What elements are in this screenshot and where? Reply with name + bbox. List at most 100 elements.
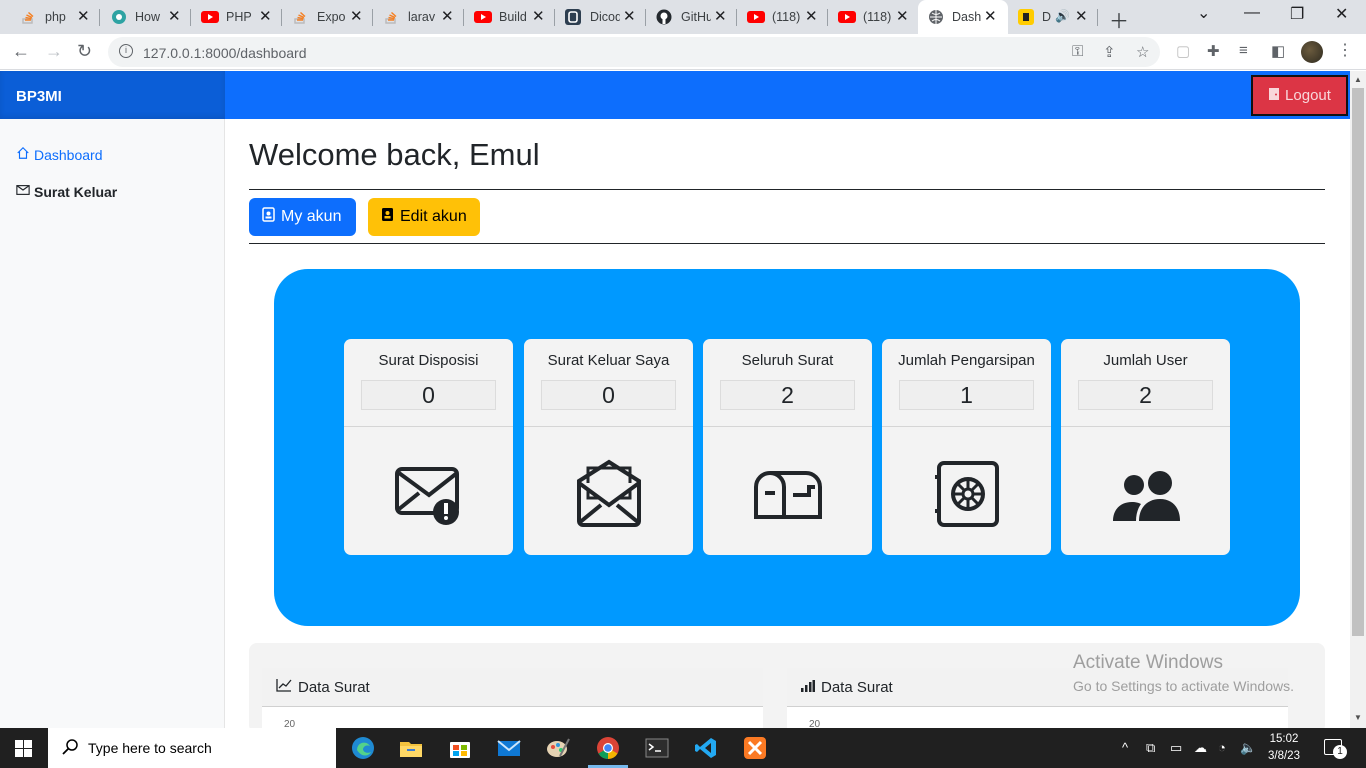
graph-up-icon: [276, 678, 292, 696]
reload-icon[interactable]: ↻: [77, 41, 92, 62]
paint-icon[interactable]: [546, 736, 570, 760]
speaker-icon[interactable]: 🔊: [1055, 9, 1070, 23]
chrome-icon[interactable]: [596, 736, 620, 760]
close-tab-icon[interactable]: ✕: [714, 7, 727, 25]
scroll-up-arrow-icon[interactable]: ▲: [1354, 75, 1362, 84]
tab-title: GitHu: [681, 10, 711, 24]
browser-tab[interactable]: Build ✕: [464, 0, 555, 34]
mail-icon[interactable]: [497, 736, 521, 760]
onedrive-icon[interactable]: ☁: [1194, 740, 1207, 756]
taskbar-clock[interactable]: 15:02 3/8/23: [1264, 731, 1304, 765]
meet-now-icon[interactable]: ⧉: [1146, 740, 1155, 756]
new-tab-icon[interactable]: ＋: [1109, 5, 1129, 34]
clock-date: 3/8/23: [1268, 750, 1300, 762]
close-tab-icon[interactable]: ✕: [805, 7, 818, 25]
restore-icon[interactable]: ❐: [1290, 4, 1304, 24]
stat-card-seluruh-surat[interactable]: Seluruh Surat 2: [703, 339, 872, 555]
envelope-icon: [16, 183, 30, 200]
stat-title: Jumlah Pengarsipan: [898, 352, 1035, 369]
browser-tab[interactable]: Expo ✕: [282, 0, 373, 34]
taskbar-search[interactable]: Type here to search: [48, 728, 336, 768]
back-arrow-icon[interactable]: ←: [12, 41, 30, 62]
browser-tab[interactable]: PHP ✕: [191, 0, 282, 34]
browser-tab[interactable]: (118) ✕: [828, 0, 918, 34]
tab-title: D: [1042, 10, 1052, 24]
side-panel-icon[interactable]: ◧: [1271, 42, 1285, 60]
browser-tab[interactable]: larav ✕: [373, 0, 464, 34]
youtube-icon: [474, 9, 492, 25]
microsoft-store-icon[interactable]: [448, 736, 472, 760]
app-navbar: BP3MI Logout: [0, 71, 1350, 119]
close-tab-icon[interactable]: ✕: [168, 7, 181, 25]
vscode-icon[interactable]: [694, 736, 718, 760]
close-tab-icon[interactable]: ✕: [350, 7, 363, 25]
close-tab-icon[interactable]: ✕: [896, 7, 909, 25]
volume-icon[interactable]: 🔈: [1240, 740, 1256, 756]
scrollbar-thumb[interactable]: [1352, 88, 1364, 636]
terminal-icon[interactable]: [645, 736, 669, 760]
media-control-icon[interactable]: ≡: [1239, 42, 1248, 59]
battery-icon[interactable]: ▭: [1170, 740, 1182, 756]
tab-title: larav: [408, 10, 436, 24]
my-akun-button[interactable]: My akun: [249, 198, 356, 236]
stat-card-jumlah-pengarsipan[interactable]: Jumlah Pengarsipan 1: [882, 339, 1051, 555]
extension-placeholder-icon[interactable]: ▢: [1176, 42, 1190, 60]
edit-akun-button[interactable]: Edit akun: [368, 198, 480, 236]
sidebar-item-surat-keluar[interactable]: Surat Keluar: [16, 183, 117, 200]
stat-card-surat-keluar-saya[interactable]: Surat Keluar Saya 0: [524, 339, 693, 555]
close-tab-icon[interactable]: ✕: [77, 7, 90, 25]
close-window-icon[interactable]: ✕: [1335, 4, 1348, 24]
search-placeholder: Type here to search: [88, 740, 212, 756]
edge-icon[interactable]: [351, 736, 375, 760]
sidebar-item-label: Dashboard: [34, 146, 103, 163]
chrome-menu-icon[interactable]: ⋮: [1337, 40, 1353, 60]
stat-card-surat-disposisi[interactable]: Surat Disposisi 0: [344, 339, 513, 555]
youtube-icon: [747, 9, 765, 25]
close-tab-icon[interactable]: ✕: [1075, 7, 1088, 25]
network-icon[interactable]: ◔: [1218, 740, 1226, 755]
bookmark-star-icon[interactable]: ☆: [1136, 43, 1149, 61]
browser-tab[interactable]: GitHu ✕: [646, 0, 737, 34]
minimize-icon[interactable]: —: [1244, 4, 1260, 22]
brand-logo[interactable]: BP3MI: [0, 71, 225, 119]
key-icon[interactable]: ⚿: [1072, 43, 1083, 60]
close-tab-icon[interactable]: ✕: [623, 7, 636, 25]
stackoverflow-icon: [20, 9, 36, 25]
windows-start-icon[interactable]: [15, 740, 32, 757]
close-tab-icon[interactable]: ✕: [984, 7, 997, 25]
extensions-puzzle-icon[interactable]: ✚: [1207, 42, 1220, 60]
xampp-icon[interactable]: [743, 736, 767, 760]
sidebar-item-dashboard[interactable]: Dashboard: [16, 146, 103, 163]
page-scrollbar[interactable]: ▲ ▼: [1350, 71, 1366, 728]
stat-value: 1: [899, 380, 1034, 410]
share-icon[interactable]: ⇪: [1103, 43, 1116, 61]
site-info-icon[interactable]: i: [119, 44, 133, 58]
stat-title: Jumlah User: [1103, 352, 1188, 369]
stat-value: 2: [1078, 380, 1213, 410]
forward-arrow-icon[interactable]: →: [45, 41, 63, 62]
stat-card-jumlah-user[interactable]: Jumlah User 2: [1061, 339, 1230, 555]
profile-avatar[interactable]: [1301, 41, 1323, 63]
close-tab-icon[interactable]: ✕: [259, 7, 272, 25]
url-text[interactable]: 127.0.0.1:8000/dashboard: [143, 45, 306, 61]
sidebar: Dashboard Surat Keluar: [0, 119, 225, 728]
logout-button[interactable]: Logout: [1251, 75, 1348, 116]
close-tab-icon[interactable]: ✕: [441, 7, 454, 25]
file-explorer-icon[interactable]: [399, 736, 423, 760]
show-hidden-icons-chevron-icon[interactable]: ^: [1122, 740, 1128, 755]
scroll-down-arrow-icon[interactable]: ▼: [1354, 713, 1362, 722]
notification-center-icon[interactable]: 1: [1324, 739, 1347, 759]
browser-tab[interactable]: (118) ✕: [737, 0, 828, 34]
tab-search-chevron-icon[interactable]: ⌄: [1197, 3, 1210, 23]
browser-tab[interactable]: D 🔊 ✕: [1008, 0, 1098, 34]
close-tab-icon[interactable]: ✕: [532, 7, 545, 25]
sidebar-item-label: Surat Keluar: [34, 183, 118, 200]
browser-toolbar: ← → ↻ i 127.0.0.1:8000/dashboard ⚿ ⇪ ☆ ▢…: [0, 34, 1366, 70]
address-bar[interactable]: i 127.0.0.1:8000/dashboard ⚿ ⇪ ☆: [108, 37, 1160, 67]
browser-tab[interactable]: Dicod ✕: [555, 0, 646, 34]
tab-title: PHP: [226, 10, 252, 24]
browser-tab-active[interactable]: Dash ✕: [918, 0, 1008, 34]
browser-tab[interactable]: php ✕: [0, 0, 100, 34]
browser-tab[interactable]: How ✕: [100, 0, 191, 34]
envelope-exclamation-icon: [394, 459, 464, 529]
